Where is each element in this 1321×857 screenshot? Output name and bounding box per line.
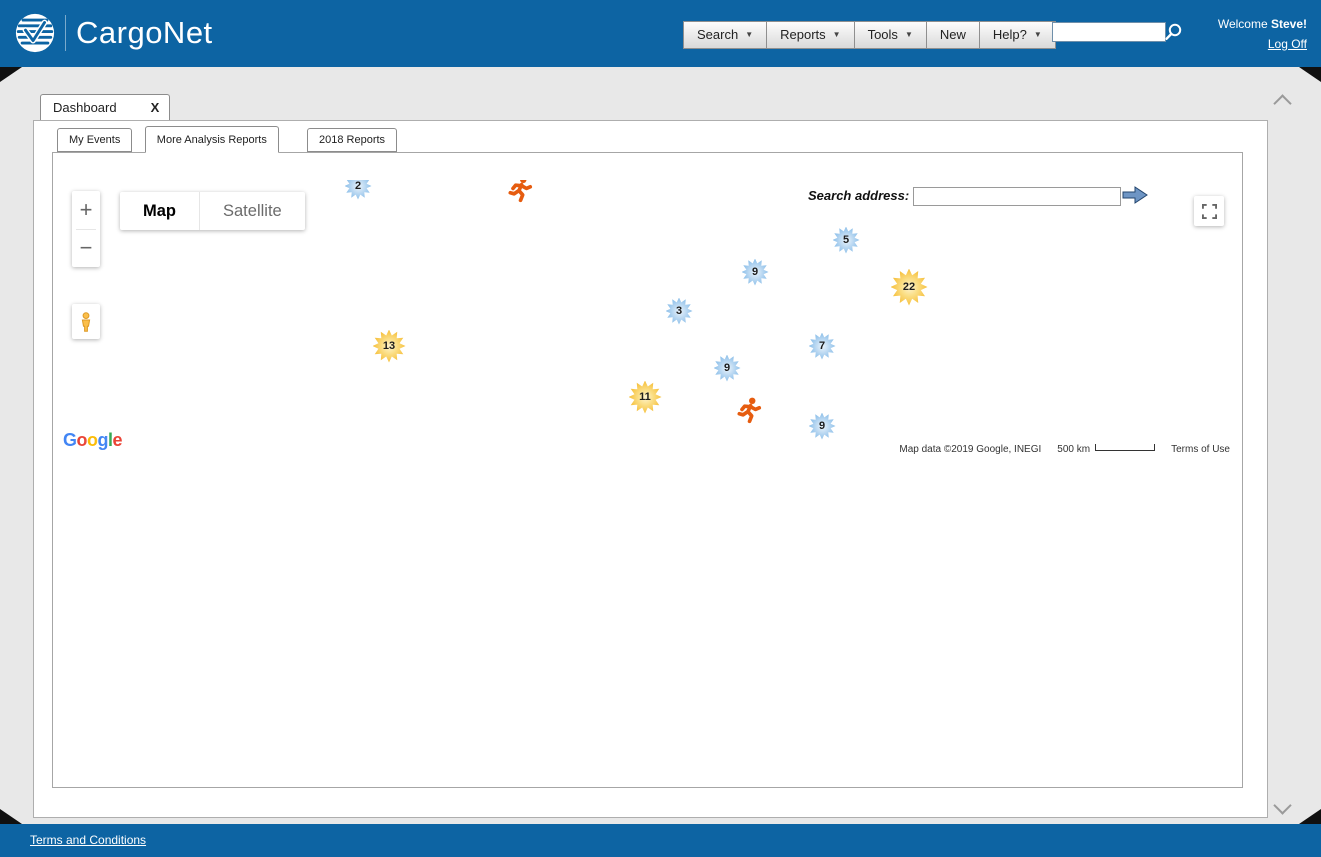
scroll-down-icon[interactable]: [1273, 796, 1291, 814]
nav-tools-button[interactable]: Tools▼: [855, 21, 927, 49]
theft-runner-marker[interactable]: [507, 180, 533, 209]
marker-count: 7: [819, 340, 825, 352]
map-cluster-marker[interactable]: 22: [887, 265, 931, 309]
map-cluster-marker[interactable]: 13: [369, 326, 409, 366]
brand: CargoNet: [14, 12, 213, 54]
cargonet-app: CargoNet Search▼Reports▼Tools▼NewHelp?▼ …: [0, 0, 1321, 857]
global-search-input[interactable]: [1052, 22, 1166, 42]
footer-bar: Terms and Conditions: [0, 824, 1321, 857]
map-cluster-marker[interactable]: 9: [805, 409, 839, 443]
marker-count: 9: [724, 362, 730, 374]
subtab-2018-reports[interactable]: 2018 Reports: [307, 128, 397, 152]
chevron-down-icon: ▼: [745, 31, 753, 39]
map-type-map-button[interactable]: Map: [120, 192, 199, 230]
brand-name: CargoNet: [76, 15, 213, 51]
reports-groupbox: [52, 152, 1243, 788]
map-type-satellite-button[interactable]: Satellite: [199, 192, 305, 230]
main-nav: Search▼Reports▼Tools▼NewHelp?▼: [683, 21, 1056, 49]
nav-search-button[interactable]: Search▼: [683, 21, 767, 49]
tab-dashboard-label: Dashboard: [53, 100, 117, 115]
scale-bar: [1095, 444, 1155, 451]
chevron-down-icon: ▼: [833, 31, 841, 39]
map-cluster-marker[interactable]: 7: [805, 329, 839, 363]
map-type-toggle: Map Satellite: [120, 192, 305, 230]
map-cluster-marker[interactable]: 9: [738, 255, 772, 289]
corner-wedge: [1299, 809, 1321, 824]
marker-count: 13: [383, 340, 395, 352]
subtab-more-analysis-reports[interactable]: More Analysis Reports: [145, 126, 279, 153]
marker-count: 9: [752, 266, 758, 278]
google-logo[interactable]: Google: [63, 430, 122, 451]
map-cluster-marker[interactable]: 9: [710, 351, 744, 385]
chevron-down-icon: ▼: [905, 31, 913, 39]
search-icon[interactable]: [1163, 22, 1183, 42]
nav-new-button[interactable]: New: [927, 21, 980, 49]
marker-count: 3: [676, 305, 682, 317]
map-cluster-marker[interactable]: 2: [341, 180, 375, 203]
marker-count: 5: [843, 234, 849, 246]
map-scale: 500 km: [1049, 444, 1163, 455]
marker-count: 9: [819, 420, 825, 432]
scroll-up-icon[interactable]: [1273, 94, 1291, 112]
map-zoom-control: + −: [72, 191, 100, 267]
tab-close-icon[interactable]: X: [151, 100, 160, 115]
pegman-control[interactable]: [72, 304, 100, 339]
zoom-in-button[interactable]: +: [72, 191, 100, 229]
corner-wedge: [1299, 67, 1321, 82]
chevron-down-icon: ▼: [1034, 31, 1042, 39]
theft-runner-marker[interactable]: [736, 397, 762, 430]
nav-help-button[interactable]: Help?▼: [980, 21, 1056, 49]
map-cluster-marker[interactable]: 11: [625, 377, 665, 417]
map-cluster-marker[interactable]: 3: [662, 294, 696, 328]
subtab-my-events[interactable]: My Events: [57, 128, 132, 152]
fullscreen-icon[interactable]: [1194, 196, 1224, 226]
map-data-credit: Map data ©2019 Google, INEGI: [891, 444, 1049, 455]
corner-wedge: [0, 809, 22, 824]
search-address-go-icon[interactable]: [1122, 185, 1148, 210]
marker-count: 22: [903, 281, 915, 293]
log-off-link[interactable]: Log Off: [1268, 37, 1307, 51]
search-address-label: Search address:: [808, 188, 909, 203]
tab-dashboard[interactable]: Dashboard X: [40, 94, 170, 120]
cargonet-logo-icon: [14, 12, 56, 54]
brand-divider: [65, 15, 66, 51]
terms-and-conditions-link[interactable]: Terms and Conditions: [30, 833, 146, 847]
terms-of-use-link[interactable]: Terms of Use: [1163, 444, 1238, 455]
map-attribution: Map data ©2019 Google, INEGI 500 km Term…: [891, 441, 1238, 457]
marker-count: 11: [639, 391, 651, 403]
welcome-text: Welcome Steve!: [1218, 17, 1307, 31]
header-bar: CargoNet Search▼Reports▼Tools▼NewHelp?▼ …: [0, 0, 1321, 67]
corner-wedge: [0, 67, 22, 82]
zoom-out-button[interactable]: −: [72, 230, 100, 268]
nav-reports-button[interactable]: Reports▼: [767, 21, 854, 49]
marker-count: 2: [355, 180, 361, 192]
search-address-input[interactable]: [913, 187, 1121, 206]
map-cluster-marker[interactable]: 5: [829, 223, 863, 257]
